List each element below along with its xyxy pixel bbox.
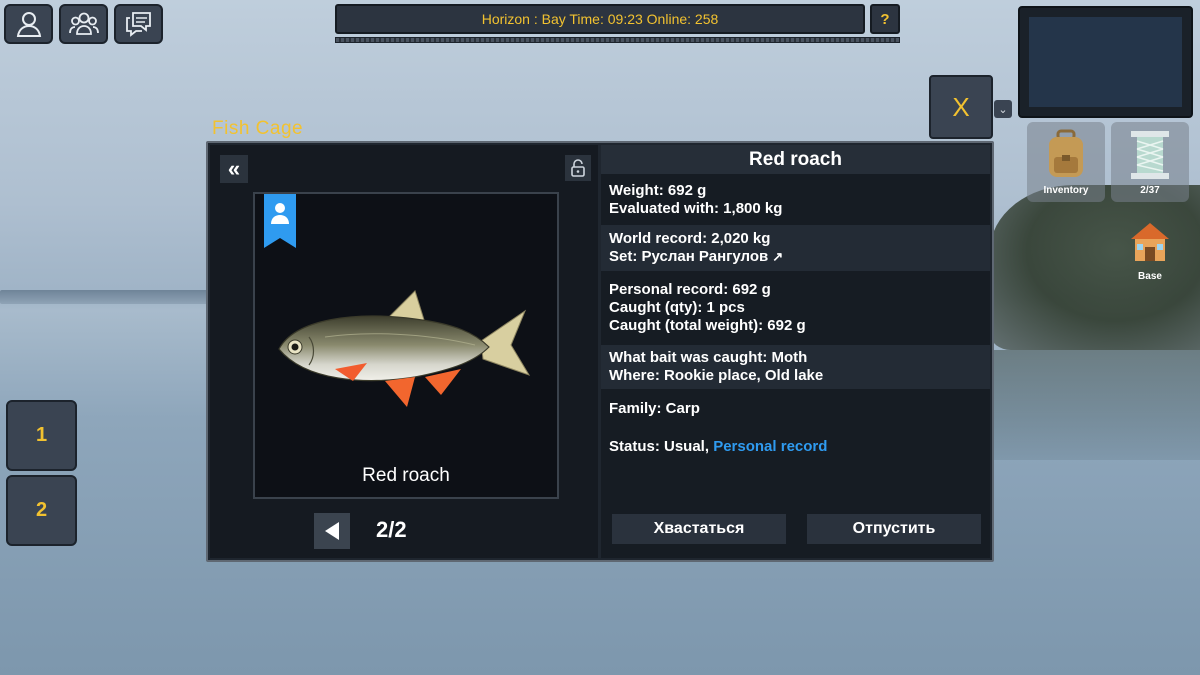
minimap-view [1029, 17, 1182, 107]
help-button[interactable]: ? [870, 4, 900, 34]
record-holder-text: Set: Руслан Рангулов [609, 248, 769, 265]
profile-button[interactable] [4, 4, 53, 44]
caught-qty-text: Caught (qty): 1 pcs [609, 299, 745, 316]
close-button[interactable]: X [929, 75, 993, 139]
personal-record-section: Personal record: 692 g Caught (qty): 1 p… [601, 273, 990, 343]
fishing-line-button[interactable]: 2/37 [1111, 122, 1189, 202]
line-count: 2/37 [1140, 185, 1160, 196]
family-section: Family: Carp [601, 391, 990, 427]
group-icon [68, 12, 99, 35]
inventory-button[interactable]: Inventory [1027, 122, 1105, 202]
fish-cage-dialog: « Red roach 2/2 Red roach Weight: 692 g … [206, 141, 994, 562]
arrow-left-icon [325, 522, 339, 540]
back-button[interactable]: « [220, 155, 248, 183]
status-progress-strip [335, 37, 900, 43]
server-status-text: Horizon : Bay Time: 09:23 Online: 258 [481, 11, 719, 27]
status-text: Status: Usual, [609, 438, 710, 455]
line-spool-icon [1131, 131, 1169, 179]
friends-button[interactable] [59, 4, 108, 44]
chevron-down-icon[interactable]: ⌄ [994, 100, 1012, 118]
bait-text: What bait was caught: Moth [609, 349, 808, 366]
world-record-section: World record: 2,020 kg Set: Руслан Рангу… [601, 225, 990, 271]
family-text: Family: Carp [609, 400, 700, 417]
status-line: Status: Usual, Personal record [609, 438, 990, 456]
server-status-bar: Horizon : Bay Time: 09:23 Online: 258 [335, 4, 865, 34]
inventory-label: Inventory [1043, 185, 1089, 196]
distant-shore [0, 290, 210, 304]
brag-button[interactable]: Хвастаться [612, 514, 786, 544]
weight-section: Weight: 692 g Evaluated with: 1,800 kg [601, 177, 990, 223]
user-icon [16, 12, 41, 37]
minimap[interactable] [1018, 6, 1193, 118]
location-text: Where: Rookie place, Old lake [609, 367, 824, 384]
release-button[interactable]: Отпустить [807, 514, 981, 544]
fish-frame: Red roach [253, 192, 559, 499]
fish-details-pane: Red roach Weight: 692 g Evaluated with: … [601, 145, 990, 558]
world-record-text: World record: 2,020 kg [609, 230, 771, 247]
lock-button[interactable] [565, 155, 591, 181]
dialog-title: Fish Cage [212, 118, 304, 139]
base-button[interactable]: Base [1111, 210, 1189, 288]
house-icon [1131, 223, 1169, 261]
unlock-icon [571, 159, 585, 177]
status-section: Status: Usual, Personal record [601, 429, 990, 465]
weight-text: Weight: 692 g [609, 182, 707, 199]
evaluated-text: Evaluated with: 1,800 kg [609, 200, 783, 217]
red-roach-fish-image [278, 290, 531, 407]
personal-record-text: Personal record: 692 g [609, 281, 771, 298]
record-holder-link[interactable]: Set: Руслан Рангулов ↗ [609, 248, 990, 266]
personal-record-badge-icon [264, 194, 296, 248]
catch-details-section: What bait was caught: Moth Where: Rookie… [601, 345, 990, 389]
chat-button[interactable] [114, 4, 163, 44]
chat-icon [125, 12, 151, 37]
page-counter: 2/2 [376, 517, 407, 542]
backpack-icon [1049, 129, 1083, 177]
island-reflection [990, 350, 1200, 460]
hotbar-slot-1[interactable]: 1 [6, 400, 77, 471]
previous-fish-button[interactable] [314, 513, 350, 549]
fish-preview-pane: « Red roach 2/2 [210, 145, 598, 558]
caught-total-text: Caught (total weight): 692 g [609, 317, 806, 334]
base-label: Base [1138, 271, 1162, 282]
fish-name-caption: Red roach [362, 465, 450, 486]
fish-title: Red roach [601, 145, 990, 174]
hotbar-slot-2[interactable]: 2 [6, 475, 77, 546]
personal-record-link[interactable]: Personal record [713, 438, 827, 455]
external-link-icon: ↗ [772, 249, 784, 264]
